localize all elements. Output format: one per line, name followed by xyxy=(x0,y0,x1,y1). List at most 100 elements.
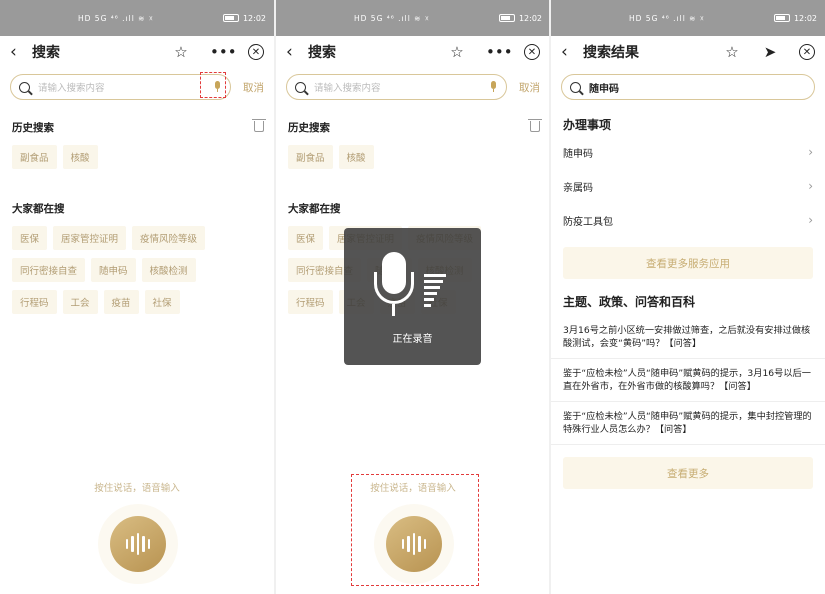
microphone-icon[interactable] xyxy=(490,81,496,93)
sound-wave-icon xyxy=(142,536,145,552)
history-chip[interactable]: 核酸 xyxy=(338,145,374,169)
service-item[interactable]: 防疫工具包 › xyxy=(551,203,825,237)
voice-input-button[interactable] xyxy=(110,516,166,572)
cancel-button[interactable]: 取消 xyxy=(519,80,540,95)
popular-chip[interactable]: 行程码 xyxy=(12,290,57,314)
nav-bar: ‹ 搜索 ☆ ••• ✕ xyxy=(0,36,274,68)
service-item-label: 随申码 xyxy=(563,148,593,160)
highlight-box xyxy=(351,474,479,586)
search-input[interactable]: 请输入搜索内容 xyxy=(10,74,231,100)
popular-chip[interactable]: 同行密接自查 xyxy=(12,258,86,282)
phone-screen-results: HD 5G ⁴⁶ .ıll ≋ ☓ 12:02 ‹ 搜索结果 ☆ ➤ ✕ 随申码… xyxy=(551,0,825,594)
service-item[interactable]: 随申码 › xyxy=(551,135,825,169)
cancel-button[interactable]: 取消 xyxy=(243,80,264,95)
page-title: 搜索 xyxy=(32,45,60,61)
back-icon[interactable]: ‹ xyxy=(10,42,28,62)
qa-list: 3月16号之前小区统一安排做过筛查，之后就没有安排过做核酸测试，会变“黄码”吗？… xyxy=(551,316,825,445)
phone-screen-search: HD 5G ⁴⁶ .ıll ≋ ☓ 12:02 ‹ 搜索 ☆ ••• ✕ 请输入… xyxy=(0,0,274,594)
star-icon[interactable]: ☆ xyxy=(172,43,190,61)
highlight-box xyxy=(200,72,226,98)
trash-icon[interactable] xyxy=(252,119,266,132)
popular-chip[interactable]: 医保 xyxy=(288,226,324,250)
history-title: 历史搜索 xyxy=(288,122,330,134)
location-arrow-icon[interactable]: ➤ xyxy=(761,43,779,61)
recording-label: 正在录音 xyxy=(392,334,433,345)
search-icon xyxy=(570,81,581,93)
more-icon[interactable]: ••• xyxy=(486,43,513,61)
popular-chip[interactable]: 疫苗 xyxy=(103,290,139,314)
nav-bar: ‹ 搜索结果 ☆ ➤ ✕ xyxy=(551,36,825,68)
search-input[interactable]: 请输入搜索内容 xyxy=(286,74,507,100)
trash-icon[interactable] xyxy=(528,119,542,132)
popular-list: 医保居家管控证明疫情风险等级同行密接自查随申码核酸检测行程码工会疫苗社保 xyxy=(0,226,230,314)
close-icon[interactable]: ✕ xyxy=(799,44,815,60)
battery-icon xyxy=(498,14,515,22)
page-title: 搜索结果 xyxy=(583,45,639,61)
sound-wave-icon xyxy=(125,539,129,549)
page-title: 搜索 xyxy=(308,45,336,61)
close-icon[interactable]: ✕ xyxy=(524,44,540,60)
nav-bar: ‹ 搜索 ☆ ••• ✕ xyxy=(276,36,550,68)
signal-indicators: HD 5G ⁴⁶ .ıll ≋ ☓ xyxy=(78,13,154,23)
status-time: 12:02 xyxy=(242,13,266,23)
chevron-right-icon: › xyxy=(808,179,813,193)
chevron-right-icon: › xyxy=(808,213,813,227)
close-icon[interactable]: ✕ xyxy=(248,44,264,60)
star-icon[interactable]: ☆ xyxy=(723,43,741,61)
battery-icon xyxy=(222,14,239,22)
popular-chip[interactable]: 随申码 xyxy=(91,258,136,282)
signal-indicators: HD 5G ⁴⁶ .ıll ≋ ☓ xyxy=(354,13,430,23)
sound-wave-icon xyxy=(147,539,151,549)
more-services-button[interactable]: 查看更多服务应用 xyxy=(563,247,813,279)
search-input[interactable]: 随申码 xyxy=(561,74,815,100)
chevron-right-icon: › xyxy=(808,145,813,159)
history-title: 历史搜索 xyxy=(12,122,54,134)
services-title: 办理事项 xyxy=(563,118,612,132)
popular-chip[interactable]: 工会 xyxy=(62,290,98,314)
star-icon[interactable]: ☆ xyxy=(448,43,466,61)
phone-screen-recording: HD 5G ⁴⁶ .ıll ≋ ☓ 12:02 ‹ 搜索 ☆ ••• ✕ 请输入… xyxy=(276,0,550,594)
history-chip[interactable]: 副食品 xyxy=(288,145,333,169)
qa-item[interactable]: 鉴于“应检未检”人员“随申码”赋黄码的提示，集中封控管理的特殊行业人员怎么办？【… xyxy=(551,402,825,445)
search-icon xyxy=(295,81,306,93)
more-icon[interactable]: ••• xyxy=(210,43,237,61)
recording-overlay: 正在录音 xyxy=(344,228,481,365)
popular-title: 大家都在搜 xyxy=(12,203,65,215)
service-item-label: 亲属码 xyxy=(563,182,593,194)
volume-level-icon xyxy=(424,274,446,307)
history-list: 副食品 核酸 xyxy=(0,145,274,169)
status-bar: HD 5G ⁴⁶ .ıll ≋ ☓ 12:02 xyxy=(551,0,825,36)
qa-item[interactable]: 鉴于“应检未检”人员“随申码”赋黄码的提示，3月16号以后一直在外省市，在外省市… xyxy=(551,359,825,402)
search-placeholder: 请输入搜索内容 xyxy=(38,83,105,94)
popular-chip[interactable]: 社保 xyxy=(144,290,180,314)
popular-chip[interactable]: 疫情风险等级 xyxy=(132,226,206,250)
search-placeholder: 请输入搜索内容 xyxy=(314,83,381,94)
popular-chip[interactable]: 居家管控证明 xyxy=(53,226,127,250)
signal-indicators: HD 5G ⁴⁶ .ıll ≋ ☓ xyxy=(629,13,705,23)
service-item-label: 防疫工具包 xyxy=(563,216,613,228)
status-bar: HD 5G ⁴⁶ .ıll ≋ ☓ 12:02 xyxy=(0,0,274,36)
status-bar: HD 5G ⁴⁶ .ıll ≋ ☓ 12:02 xyxy=(276,0,550,36)
search-query: 随申码 xyxy=(589,83,619,95)
qa-item[interactable]: 3月16号之前小区统一安排做过筛查，之后就没有安排过做核酸测试，会变“黄码”吗？… xyxy=(551,316,825,359)
popular-title: 大家都在搜 xyxy=(288,203,341,215)
popular-chip[interactable]: 行程码 xyxy=(288,290,333,314)
popular-chip[interactable]: 医保 xyxy=(12,226,48,250)
status-time: 12:02 xyxy=(793,13,817,23)
back-icon[interactable]: ‹ xyxy=(286,42,304,62)
popular-chip[interactable]: 核酸检测 xyxy=(141,258,196,282)
service-item[interactable]: 亲属码 › xyxy=(551,169,825,203)
voice-button-halo xyxy=(98,504,178,584)
back-icon[interactable]: ‹ xyxy=(561,42,579,62)
history-chip[interactable]: 副食品 xyxy=(12,145,57,169)
history-chip[interactable]: 核酸 xyxy=(62,145,98,169)
voice-hint: 按住说话，语音输入 xyxy=(94,483,180,494)
status-time: 12:02 xyxy=(518,13,542,23)
search-icon xyxy=(19,81,30,93)
see-more-button[interactable]: 查看更多 xyxy=(563,457,813,489)
topics-title: 主题、政策、问答和百科 xyxy=(563,295,696,309)
sound-wave-icon xyxy=(131,536,134,552)
microphone-icon xyxy=(374,252,414,320)
battery-icon xyxy=(773,14,790,22)
services-list: 随申码 › 亲属码 › 防疫工具包 › xyxy=(551,135,825,237)
